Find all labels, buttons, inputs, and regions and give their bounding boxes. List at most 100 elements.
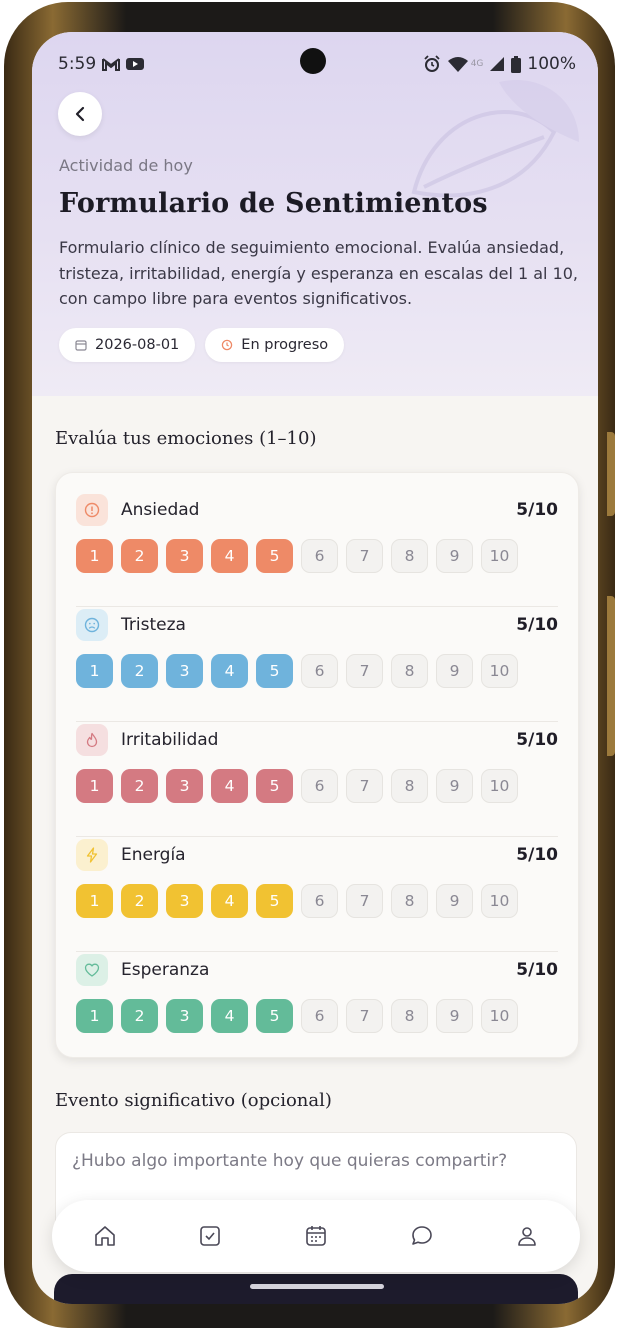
scale-option[interactable]: 2 (121, 769, 158, 803)
scale-option[interactable]: 6 (301, 654, 338, 688)
scale-option[interactable]: 6 (301, 539, 338, 573)
scale-option[interactable]: 5 (256, 654, 293, 688)
clock-icon (222, 339, 233, 351)
scale-option[interactable]: 10 (481, 539, 518, 573)
event-placeholder: ¿Hubo algo importante hoy que quieras co… (72, 1151, 508, 1171)
bolt-icon (76, 839, 108, 871)
heart-icon (76, 954, 108, 986)
scale-option[interactable]: 9 (436, 769, 473, 803)
emotion-header: Irritabilidad 5/10 (76, 723, 558, 757)
emotion-scale: 1 2 3 4 5 6 7 8 9 10 (76, 769, 518, 803)
scale-option[interactable]: 10 (481, 654, 518, 688)
scale-option[interactable]: 5 (256, 539, 293, 573)
emotions-card: Ansiedad 5/10 1 2 3 4 5 6 7 8 9 10 Tristeza 5/10 … (55, 472, 579, 1058)
nav-home[interactable] (81, 1212, 129, 1260)
emotion-score: 5/10 (516, 845, 558, 865)
scale-option[interactable]: 6 (301, 884, 338, 918)
home-indicator (250, 1284, 384, 1289)
scale-option[interactable]: 10 (481, 769, 518, 803)
emotion-score: 5/10 (516, 960, 558, 980)
emotion-scale: 1 2 3 4 5 6 7 8 9 10 (76, 539, 518, 573)
status-chip: En progreso (205, 328, 345, 362)
status-bar: 5:59 4G 100% (58, 52, 576, 76)
scale-option[interactable]: 6 (301, 999, 338, 1033)
power-button (607, 596, 615, 756)
nav-profile[interactable] (503, 1212, 551, 1260)
scale-option[interactable]: 5 (256, 999, 293, 1033)
activity-kicker: Actividad de hoy (59, 156, 193, 175)
volume-button (607, 432, 615, 516)
scale-option[interactable]: 7 (346, 884, 383, 918)
scale-option[interactable]: 1 (76, 999, 113, 1033)
sad-face-icon (76, 609, 108, 641)
scale-option[interactable]: 8 (391, 654, 428, 688)
scale-option[interactable]: 8 (391, 884, 428, 918)
scale-option[interactable]: 8 (391, 539, 428, 573)
battery-icon (511, 55, 522, 73)
scale-option[interactable]: 7 (346, 769, 383, 803)
emotion-row-tristeza: Tristeza 5/10 1 2 3 4 5 6 7 8 9 10 (76, 608, 558, 723)
scale-option[interactable]: 4 (211, 539, 248, 573)
calendar-icon (306, 1226, 326, 1246)
scale-option[interactable]: 9 (436, 539, 473, 573)
youtube-icon (126, 58, 145, 70)
scale-option[interactable]: 2 (121, 999, 158, 1033)
nav-calendar[interactable] (292, 1212, 340, 1260)
date-chip: 2026-08-01 (59, 328, 196, 362)
scale-option[interactable]: 1 (76, 539, 113, 573)
scale-option[interactable]: 4 (211, 884, 248, 918)
scale-option[interactable]: 3 (166, 884, 203, 918)
scale-option[interactable]: 4 (211, 999, 248, 1033)
alarm-icon (424, 55, 440, 72)
network-type: 4G (470, 59, 484, 69)
scale-option[interactable]: 10 (481, 884, 518, 918)
gmail-icon (102, 58, 121, 71)
scale-option[interactable]: 7 (346, 654, 383, 688)
scale-option[interactable]: 1 (76, 884, 113, 918)
emotion-label: Tristeza (121, 615, 186, 635)
scale-option[interactable]: 9 (436, 884, 473, 918)
scale-option[interactable]: 2 (121, 539, 158, 573)
scale-option[interactable]: 1 (76, 769, 113, 803)
nav-chat[interactable] (398, 1212, 446, 1260)
wifi-icon (447, 57, 468, 72)
scale-option[interactable]: 2 (121, 654, 158, 688)
emotion-row-energía: Energía 5/10 1 2 3 4 5 6 7 8 9 10 (76, 838, 558, 953)
phone-frame: 5:59 4G 100% Actividad de hoy Formulario… (4, 2, 615, 1328)
scale-option[interactable]: 3 (166, 999, 203, 1033)
emotion-row-irritabilidad: Irritabilidad 5/10 1 2 3 4 5 6 7 8 9 10 (76, 723, 558, 838)
nav-tasks[interactable] (186, 1212, 234, 1260)
scale-option[interactable]: 8 (391, 999, 428, 1033)
scale-option[interactable]: 4 (211, 769, 248, 803)
scale-option[interactable]: 7 (346, 539, 383, 573)
scale-option[interactable]: 5 (256, 884, 293, 918)
emotion-header: Ansiedad 5/10 (76, 493, 558, 527)
scale-option[interactable]: 7 (346, 999, 383, 1033)
chat-icon (411, 1226, 432, 1245)
scale-option[interactable]: 9 (436, 654, 473, 688)
chevron-left-icon (75, 106, 85, 122)
signal-icon (490, 57, 505, 71)
scale-option[interactable]: 2 (121, 884, 158, 918)
emotion-label: Energía (121, 845, 186, 865)
scale-option[interactable]: 9 (436, 999, 473, 1033)
scale-option[interactable]: 6 (301, 769, 338, 803)
back-button[interactable] (58, 92, 102, 136)
emotions-section-title: Evalúa tus emociones (1–10) (55, 428, 317, 449)
scale-option[interactable]: 8 (391, 769, 428, 803)
divider (76, 606, 558, 607)
emotion-header: Esperanza 5/10 (76, 953, 558, 987)
scale-option[interactable]: 4 (211, 654, 248, 688)
divider (76, 836, 558, 837)
scale-option[interactable]: 3 (166, 769, 203, 803)
scale-option[interactable]: 3 (166, 539, 203, 573)
scale-option[interactable]: 5 (256, 769, 293, 803)
scale-option[interactable]: 1 (76, 654, 113, 688)
emotion-score: 5/10 (516, 730, 558, 750)
screen: 5:59 4G 100% Actividad de hoy Formulario… (32, 32, 598, 1304)
scale-option[interactable]: 3 (166, 654, 203, 688)
emotion-scale: 1 2 3 4 5 6 7 8 9 10 (76, 654, 518, 688)
emotion-label: Ansiedad (121, 500, 200, 520)
battery-level: 100% (527, 54, 576, 74)
scale-option[interactable]: 10 (481, 999, 518, 1033)
